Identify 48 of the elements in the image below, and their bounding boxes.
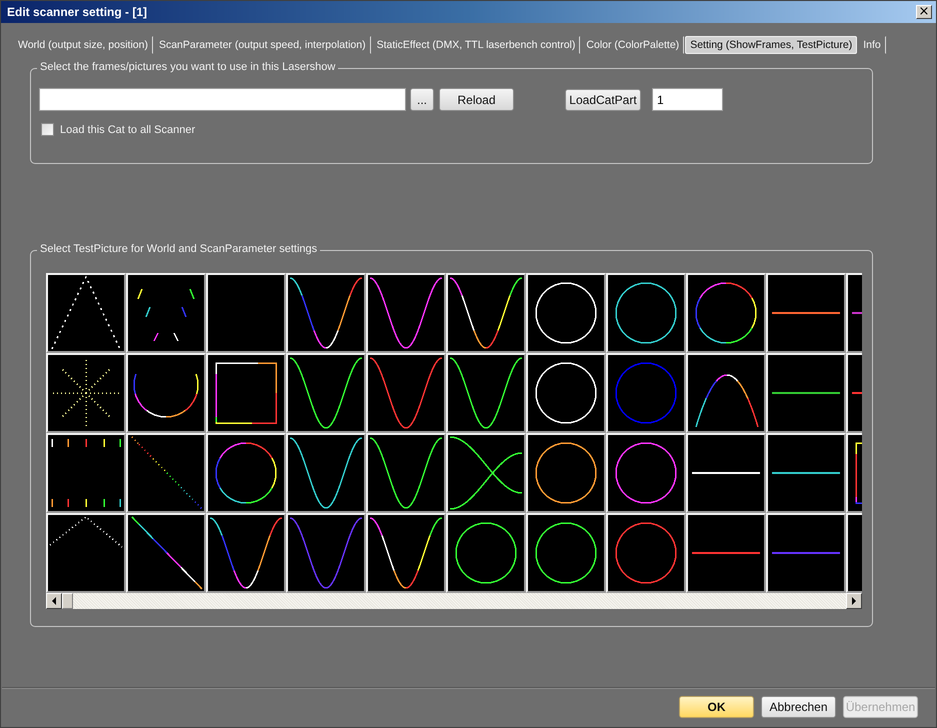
test-picture-tile[interactable] (206, 273, 286, 353)
test-picture-tile[interactable] (126, 273, 206, 353)
dialog-button[interactable]: Abbrechen (761, 696, 836, 718)
test-picture-tile[interactable] (766, 353, 846, 433)
right-arrow-icon (851, 597, 857, 605)
test-picture-tile[interactable] (686, 353, 766, 433)
scroll-thumb[interactable] (62, 593, 73, 609)
test-picture-tile[interactable] (206, 433, 286, 513)
test-picture-tile[interactable] (206, 353, 286, 433)
test-picture-tile[interactable] (606, 513, 686, 593)
group-title: Select TestPicture for World and ScanParameter settings (37, 243, 320, 255)
test-picture-tile[interactable] (46, 433, 126, 513)
browse-button[interactable]: ... (410, 88, 434, 111)
reload-button[interactable]: Reload (439, 88, 514, 111)
tab[interactable]: World (output size, position) (13, 36, 153, 54)
tab[interactable]: Color (ColorPalette) (581, 36, 684, 54)
test-picture-tile[interactable] (686, 433, 766, 513)
window-title: Edit scanner setting - [1] (7, 5, 148, 19)
test-picture-tile[interactable] (766, 273, 846, 353)
left-arrow-icon (51, 597, 57, 605)
close-button[interactable]: × (916, 5, 932, 19)
group-title: Select the frames/pictures you want to use in this Lasershow (37, 61, 338, 73)
test-picture-tile[interactable] (126, 353, 206, 433)
checkbox[interactable] (41, 123, 54, 136)
test-picture-tile[interactable] (686, 273, 766, 353)
path-input-field[interactable] (39, 88, 406, 111)
test-picture-tile[interactable] (526, 513, 606, 593)
tab[interactable]: Info (858, 36, 886, 54)
test-picture-tile[interactable] (526, 433, 606, 513)
test-picture-tile[interactable] (46, 353, 126, 433)
horizontal-scrollbar[interactable] (46, 593, 862, 609)
test-picture-tile[interactable] (606, 433, 686, 513)
dialog-button[interactable]: OK (679, 696, 754, 718)
load-cat-part-button[interactable]: LoadCatPart (565, 88, 641, 110)
tab[interactable]: StaticEffect (DMX, TTL laserbench control) (372, 36, 580, 54)
test-picture-tile[interactable] (686, 513, 766, 593)
test-picture-tile[interactable] (526, 353, 606, 433)
test-picture-tile[interactable] (606, 353, 686, 433)
checkbox-label: Load this Cat to all Scanner (60, 124, 196, 136)
test-picture-tile[interactable] (46, 513, 126, 593)
test-picture-tile[interactable] (446, 513, 526, 593)
tab[interactable]: Setting (ShowFrames, TestPicture) (685, 36, 858, 54)
part-input-field[interactable]: 1 (652, 88, 723, 111)
test-picture-tile[interactable] (606, 273, 686, 353)
test-picture-tile[interactable] (766, 513, 846, 593)
test-picture-tile[interactable] (766, 433, 846, 513)
test-picture-tile[interactable] (526, 273, 606, 353)
tab[interactable]: ScanParameter (output speed, interpolation) (154, 36, 371, 54)
